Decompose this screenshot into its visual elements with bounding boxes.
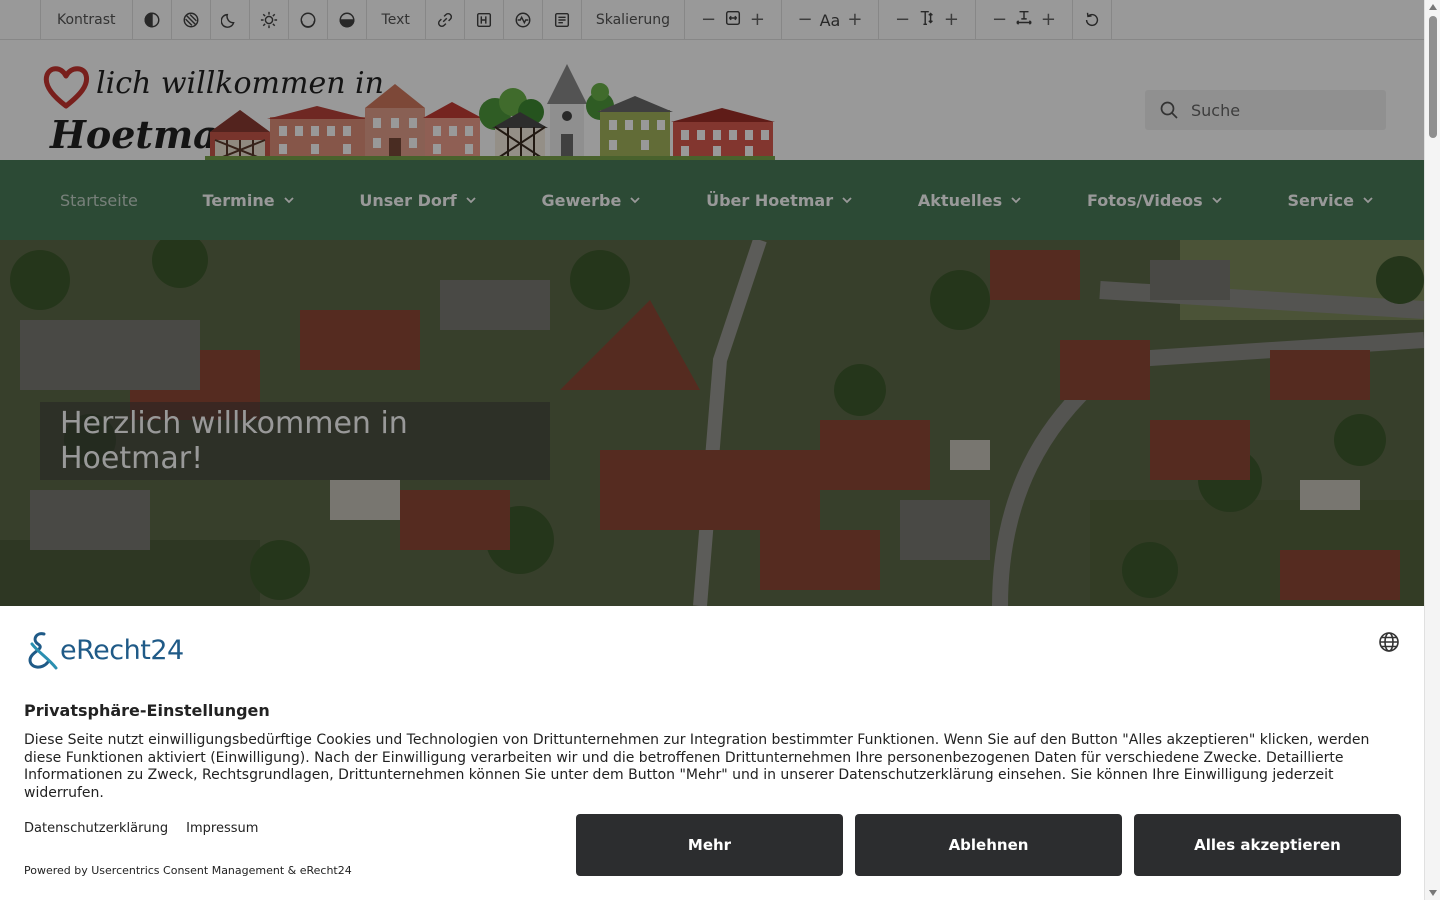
imprint-link[interactable]: Impressum xyxy=(186,821,258,836)
accept-all-button[interactable]: Alles akzeptieren xyxy=(1134,814,1401,876)
scroll-thumb[interactable] xyxy=(1429,16,1437,138)
deny-button[interactable]: Ablehnen xyxy=(855,814,1122,876)
erecht24-logo-icon xyxy=(28,632,58,670)
consent-brand-logo: eRecht24 xyxy=(24,630,184,670)
consent-brand-name: eRecht24 xyxy=(60,634,184,666)
scroll-down-arrow[interactable] xyxy=(1429,890,1437,896)
consent-title: Privatsphäre-Einstellungen xyxy=(24,701,270,720)
powered-by-text: Powered by Usercentrics Consent Manageme… xyxy=(24,864,352,877)
scroll-up-arrow[interactable] xyxy=(1429,4,1437,10)
page-scrollbar[interactable] xyxy=(1424,0,1440,900)
modal-overlay xyxy=(0,0,1424,606)
consent-links: Datenschutzerklärung Impressum xyxy=(24,821,258,836)
consent-description: Diese Seite nutzt einwilligungsbedürftig… xyxy=(24,732,1370,801)
language-globe-icon[interactable] xyxy=(1378,631,1400,653)
privacy-policy-link[interactable]: Datenschutzerklärung xyxy=(24,821,168,836)
more-button[interactable]: Mehr xyxy=(576,814,843,876)
consent-banner: eRecht24 Privatsphäre-Einstellungen Dies… xyxy=(0,606,1424,900)
